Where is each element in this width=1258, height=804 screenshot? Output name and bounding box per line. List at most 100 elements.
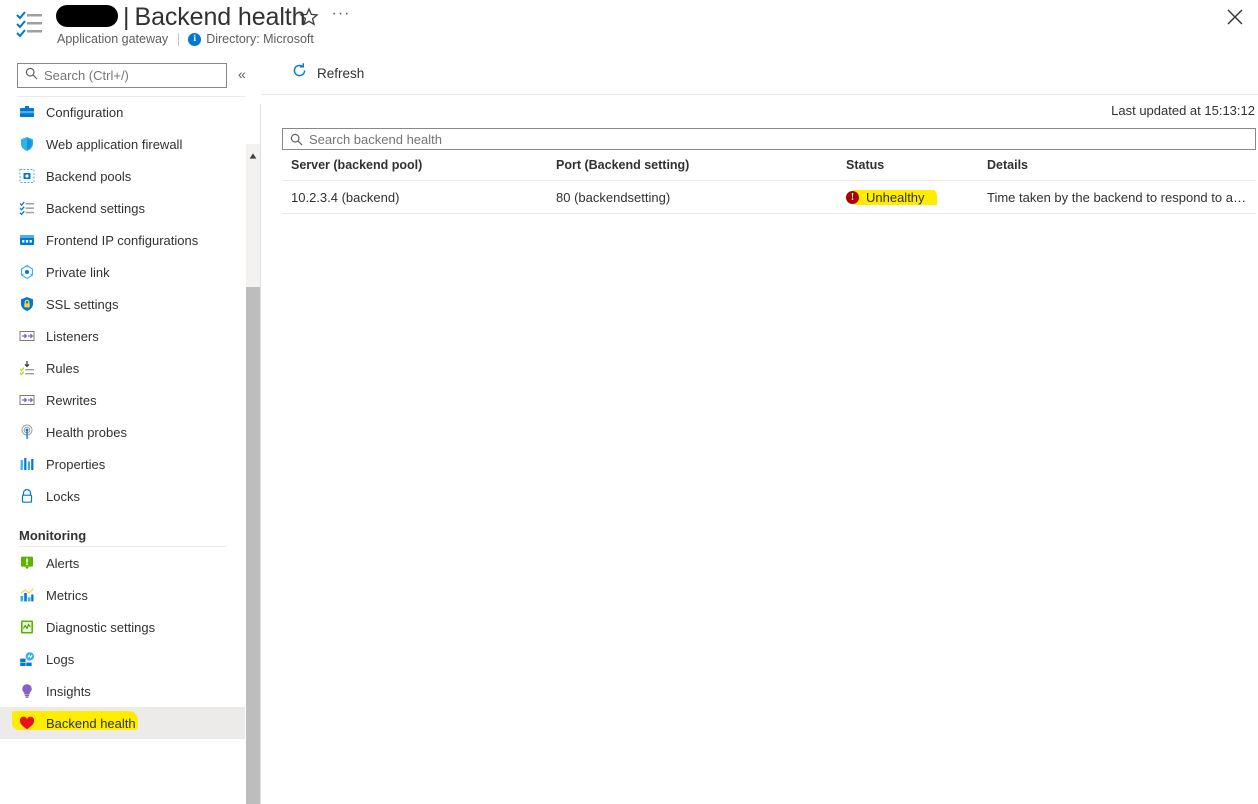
refresh-icon: [291, 62, 308, 84]
sidebar-item-label: Health probes: [46, 424, 127, 440]
sidebar-item-label: Properties: [46, 456, 106, 472]
column-header-port[interactable]: Port (Backend setting): [556, 158, 846, 172]
sidebar-item-label: Rules: [46, 360, 80, 376]
status-badge: Unhealthy: [866, 189, 925, 205]
backend-health-resource-icon: [14, 9, 44, 39]
main-content: Refresh Last updated at 15:13:12 Server …: [261, 52, 1258, 752]
backend-settings-icon: [19, 200, 35, 216]
sidebar-item-label: Web application firewall: [46, 136, 183, 152]
sidebar-item-label: Configuration: [46, 104, 124, 120]
sidebar-item-label: Insights: [46, 683, 91, 699]
cell-status: ! Unhealthy: [846, 189, 987, 205]
sidebar-item-backend-pools[interactable]: Backend pools: [0, 160, 245, 192]
scroll-up-arrow-icon[interactable]: [249, 147, 257, 159]
sidebar-item-label: Rewrites: [46, 392, 97, 408]
health-probes-icon: [19, 424, 35, 440]
logs-icon: [19, 651, 35, 667]
ssl-lock-icon: [19, 296, 35, 312]
metrics-icon: [19, 587, 35, 603]
insights-bulb-icon: [19, 683, 35, 699]
sidebar-search-input[interactable]: [44, 68, 204, 83]
alerts-icon: [19, 555, 35, 571]
sidebar-item-label: Metrics: [46, 587, 88, 603]
header-subtitle: Application gateway i Directory: Microso…: [57, 32, 314, 46]
sidebar-item-properties[interactable]: Properties: [0, 448, 245, 480]
sidebar-item-label: Private link: [46, 264, 110, 280]
rewrites-icon: [19, 392, 35, 408]
info-icon: i: [188, 32, 202, 46]
sidebar-item-diagnostic-settings[interactable]: Diagnostic settings: [0, 611, 245, 643]
title-separator: |: [123, 3, 130, 31]
cell-port: 80 (backendsetting): [556, 189, 671, 205]
sidebar-group-monitoring: Monitoring: [19, 528, 87, 543]
sidebar-item-label: Logs: [46, 651, 75, 667]
sidebar-item-alerts[interactable]: Alerts: [0, 547, 245, 579]
page-title: Backend health: [134, 3, 306, 31]
sidebar-item-rewrites[interactable]: Rewrites: [0, 384, 245, 416]
heart-icon: [19, 715, 35, 731]
sidebar-item-label: Backend settings: [46, 200, 146, 216]
cell-details: Time taken by the backend to respond to …: [987, 189, 1246, 205]
listeners-icon: [19, 328, 35, 344]
search-icon: [25, 67, 38, 85]
sidebar-item-label: Alerts: [46, 555, 80, 571]
sidebar-item-insights[interactable]: Insights: [0, 675, 245, 707]
sidebar-item-configuration[interactable]: Configuration: [0, 96, 245, 128]
search-icon: [290, 133, 303, 146]
sidebar-item-locks[interactable]: Locks: [0, 480, 245, 512]
sidebar-item-web-application-firewall[interactable]: Web application firewall: [0, 128, 245, 160]
sidebar-item-backend-settings[interactable]: Backend settings: [0, 192, 245, 224]
command-bar-divider: [261, 94, 1258, 95]
subtitle-divider: [178, 32, 180, 46]
sidebar-item-label: Backend pools: [46, 168, 132, 184]
sidebar-item-frontend-ip-configurations[interactable]: Frontend IP configurations: [0, 224, 245, 256]
sidebar-scrollbar-thumb[interactable]: [246, 287, 260, 804]
rules-icon: [19, 360, 35, 376]
backend-health-search-input[interactable]: [309, 131, 709, 147]
sidebar-item-label: Frontend IP configurations: [46, 232, 199, 248]
last-updated-label: Last updated at 15:13:12: [1111, 103, 1255, 118]
table-header-row: Server (backend pool) Port (Backend sett…: [282, 150, 1256, 181]
sidebar-item-private-link[interactable]: Private link: [0, 256, 245, 288]
sidebar-item-label: SSL settings: [46, 296, 119, 312]
redacted-resource-name: [56, 5, 118, 27]
column-header-status[interactable]: Status: [846, 158, 987, 172]
sidebar: « Configuration Web application fir: [0, 52, 261, 804]
sidebar-item-label: Diagnostic settings: [46, 619, 156, 635]
sidebar-item-logs[interactable]: Logs: [0, 643, 245, 675]
favorite-star-icon[interactable]: [298, 6, 320, 28]
private-link-icon: [19, 264, 35, 280]
collapse-sidebar-icon[interactable]: «: [238, 66, 246, 82]
sidebar-item-label: Listeners: [46, 328, 99, 344]
close-icon[interactable]: [1224, 6, 1246, 28]
directory-label: Directory: Microsoft: [206, 32, 314, 46]
error-icon: !: [846, 190, 859, 204]
sidebar-item-metrics[interactable]: Metrics: [0, 579, 245, 611]
sidebar-item-rules[interactable]: Rules: [0, 352, 245, 384]
refresh-label: Refresh: [317, 65, 365, 81]
frontend-ip-icon: [19, 232, 35, 248]
properties-icon: [19, 456, 35, 472]
table-row[interactable]: 10.2.3.4 (backend) 80 (backendsetting) !…: [282, 181, 1256, 214]
page-header: | Backend health ··· Application gateway…: [0, 0, 1258, 52]
title-row: | Backend health: [56, 0, 306, 31]
more-options-icon[interactable]: ···: [330, 6, 352, 28]
sidebar-item-health-probes[interactable]: Health probes: [0, 416, 245, 448]
sidebar-item-ssl-settings[interactable]: SSL settings: [0, 288, 245, 320]
sidebar-search-box[interactable]: [17, 63, 227, 88]
shield-icon: [19, 136, 35, 152]
resource-type-label: Application gateway: [57, 32, 169, 46]
configuration-icon: [19, 104, 35, 120]
cell-server: 10.2.3.4 (backend): [291, 189, 400, 205]
refresh-button[interactable]: Refresh: [287, 58, 368, 88]
backend-pools-icon: [19, 168, 35, 184]
sidebar-item-listeners[interactable]: Listeners: [0, 320, 245, 352]
column-header-details[interactable]: Details: [987, 158, 1252, 172]
sidebar-item-label: Backend health: [46, 715, 136, 731]
sidebar-nav-list: Configuration Web application firewall B…: [0, 96, 245, 739]
table-search-box[interactable]: [282, 128, 1256, 150]
backend-health-table: Server (backend pool) Port (Backend sett…: [282, 128, 1256, 214]
sidebar-item-backend-health[interactable]: Backend health: [0, 707, 245, 739]
diagnostic-settings-icon: [19, 619, 35, 635]
column-header-server[interactable]: Server (backend pool): [282, 158, 556, 172]
